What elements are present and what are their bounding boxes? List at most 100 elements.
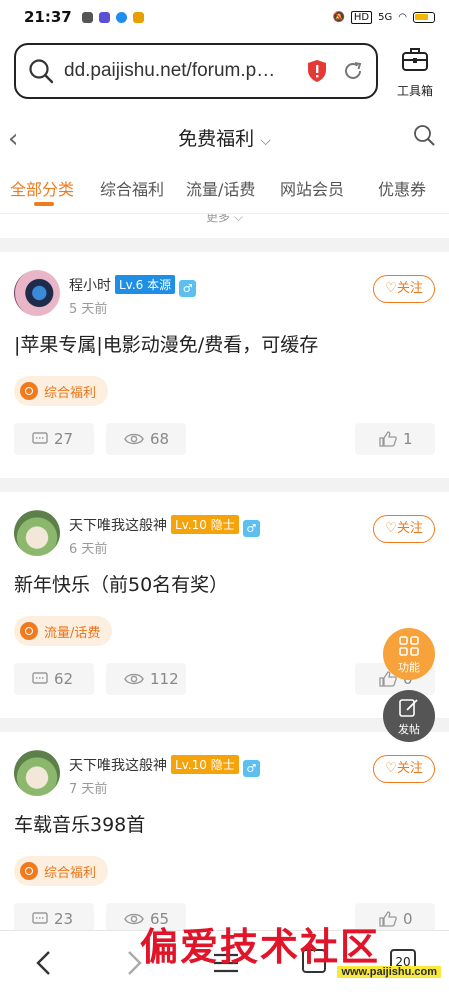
toolbox-icon: [402, 48, 428, 71]
tag-icon: [20, 622, 38, 640]
view-count: 112: [150, 670, 179, 688]
tag-label: 综合福利: [44, 865, 97, 881]
tab-label: 优惠券: [378, 180, 427, 199]
author-name[interactable]: 天下唯我这般神: [69, 518, 167, 534]
author-line: 程小时 Lv.6 本源 ♂: [69, 275, 197, 297]
post-time: 6 天前: [69, 542, 108, 557]
avatar[interactable]: [14, 270, 60, 316]
toolbox-button[interactable]: 工具箱: [386, 46, 444, 99]
author-line: 天下唯我这般神 Lv.10 隐士 ♂: [69, 515, 260, 537]
battery-icon: [413, 11, 435, 23]
active-tab-indicator: [34, 202, 54, 206]
male-icon: ♂: [242, 760, 260, 777]
follow-label: 关注: [396, 281, 423, 296]
more-categories[interactable]: 更多 ⌵: [0, 214, 449, 238]
comment-count: 27: [54, 430, 74, 448]
function-label: 功能: [398, 661, 420, 674]
tab-label: 全部分类: [10, 180, 75, 199]
browser-toolbar: dd.paijishu.net/forum.p… 工具箱: [0, 34, 449, 110]
watermark-url: www.paijishu.com: [337, 966, 441, 978]
status-bar: 21:37 🔕 HD 5G ◠: [0, 0, 449, 34]
view-count: 68: [150, 430, 170, 448]
mute-icon: 🔕: [332, 11, 345, 23]
comments-button[interactable]: 62: [14, 663, 94, 695]
tag-icon: [20, 382, 38, 400]
notification-icons: [81, 11, 144, 23]
category-tag[interactable]: 流量/话费: [14, 616, 113, 646]
author-name[interactable]: 天下唯我这般神: [69, 758, 167, 774]
avatar[interactable]: [14, 510, 60, 556]
category-tag[interactable]: 综合福利: [14, 376, 109, 406]
reload-icon[interactable]: [342, 60, 364, 82]
post-card[interactable]: 天下唯我这般神 Lv.10 隐士 ♂ 7 天前 ♡关注 车载音乐398首 综合福利 …: [0, 732, 449, 935]
comment-icon: [32, 432, 48, 444]
more-label: 更多 ⌵: [206, 214, 243, 224]
post-card[interactable]: 天下唯我这般神 Lv.10 隐士 ♂ 6 天前 ♡关注 新年快乐（前50名有奖） 流…: [0, 492, 449, 718]
like-count: 1: [403, 430, 413, 448]
tag-icon: [20, 862, 38, 880]
app-icon: [132, 11, 144, 23]
like-button[interactable]: 1: [355, 423, 435, 455]
tab-site-membership[interactable]: 网站会员: [280, 176, 344, 200]
hd-icon: HD: [350, 10, 373, 24]
edit-icon: [399, 699, 418, 717]
tab-label: 综合福利: [100, 180, 165, 199]
avatar[interactable]: [14, 750, 60, 796]
wechat-icon: [81, 11, 93, 23]
status-time: 21:37: [24, 8, 72, 26]
back-icon[interactable]: [34, 949, 54, 977]
follow-button[interactable]: ♡关注: [373, 755, 435, 783]
male-icon: ♂: [179, 280, 197, 297]
comment-count: 23: [54, 910, 74, 928]
tag-label: 综合福利: [44, 385, 97, 401]
page-header: ‹ 免费福利 ⌵: [0, 110, 449, 166]
app-icon: [98, 11, 110, 23]
tab-general-welfare[interactable]: 综合福利: [100, 176, 164, 200]
tab-all[interactable]: 全部分类: [10, 176, 75, 206]
search-icon[interactable]: [413, 124, 435, 146]
grid-icon: [399, 636, 419, 656]
chevron-down-icon: ⌵: [260, 133, 271, 149]
male-icon: ♂: [242, 520, 260, 537]
post-title[interactable]: 车载音乐398首: [14, 810, 145, 837]
url-text[interactable]: dd.paijishu.net/forum.p…: [64, 60, 298, 82]
watermark-text: 偏爱技术社区: [140, 924, 381, 969]
post-title[interactable]: 新年快乐（前50名有奖）: [14, 570, 228, 597]
page-title[interactable]: 免费福利 ⌵: [0, 124, 449, 151]
category-tag[interactable]: 综合福利: [14, 856, 109, 886]
follow-button[interactable]: ♡关注: [373, 515, 435, 543]
post-time: 5 天前: [69, 302, 108, 317]
new-post-label: 发帖: [398, 723, 420, 736]
address-bar[interactable]: dd.paijishu.net/forum.p…: [14, 43, 378, 99]
follow-button[interactable]: ♡关注: [373, 275, 435, 303]
comments-button[interactable]: 27: [14, 423, 94, 455]
eye-icon: [124, 433, 144, 445]
level-badge: Lv.6 本源: [115, 275, 176, 294]
tab-coupons[interactable]: 优惠券: [378, 176, 426, 200]
post-title[interactable]: |苹果专属|电影动漫免/费看，可缓存: [14, 330, 318, 357]
search-icon: [29, 59, 54, 84]
system-indicators: 🔕 HD 5G ◠: [332, 10, 435, 24]
shield-icon[interactable]: [306, 59, 328, 83]
tag-label: 流量/话费: [44, 625, 101, 641]
comment-icon: [32, 912, 48, 924]
function-button[interactable]: 功能: [383, 628, 435, 680]
page-title-text: 免费福利: [178, 128, 255, 150]
wifi-icon: ◠: [398, 11, 407, 23]
views-stat: 112: [106, 663, 186, 695]
eye-icon: [124, 673, 144, 685]
tab-data-phone[interactable]: 流量/话费: [186, 176, 255, 200]
toolbox-label: 工具箱: [396, 84, 433, 98]
site-watermark: 偏爱技术社区 www.paijishu.com: [140, 916, 449, 986]
comment-icon: [32, 672, 48, 684]
post-card[interactable]: 程小时 Lv.6 本源 ♂ 5 天前 ♡关注 |苹果专属|电影动漫免/费看，可缓存 …: [0, 252, 449, 478]
level-badge: Lv.10 隐士: [171, 515, 239, 534]
tab-label: 网站会员: [280, 180, 345, 199]
thumbs-up-icon: [379, 431, 397, 447]
new-post-button[interactable]: 发帖: [383, 690, 435, 742]
follow-label: 关注: [396, 761, 423, 776]
author-name[interactable]: 程小时: [69, 278, 111, 294]
post-time: 7 天前: [69, 782, 108, 797]
category-tabs: 全部分类 综合福利 流量/话费 网站会员 优惠券: [0, 166, 449, 214]
signal-icon: 5G: [378, 11, 393, 23]
